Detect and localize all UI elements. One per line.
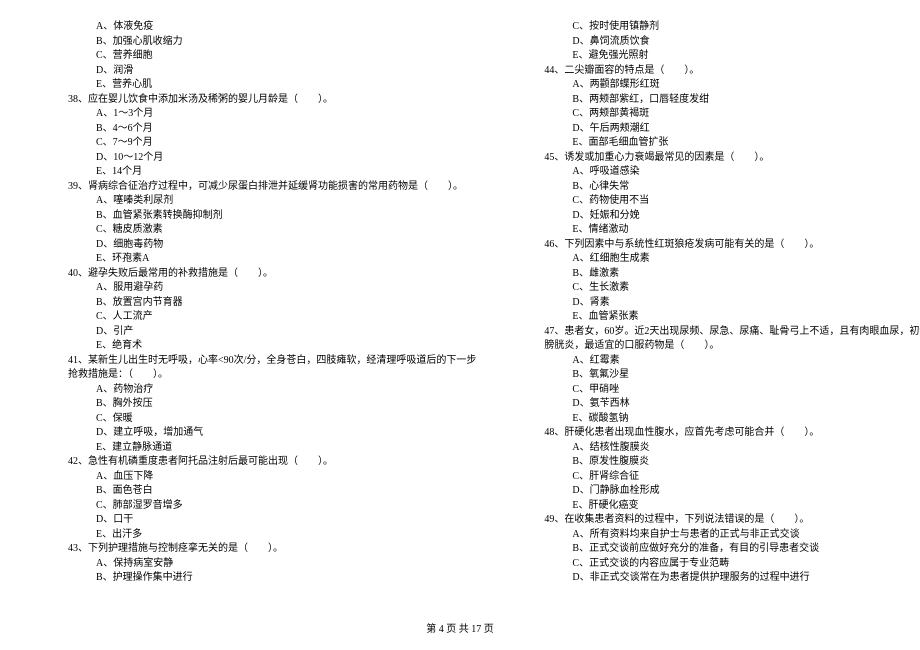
answer-option: D、建立呼吸，增加通气 [40,426,476,441]
answer-option: A、药物治疗 [40,383,476,398]
answer-option: A、红霉素 [516,354,920,369]
question-text: 49、在收集患者资料的过程中，下列说法错误的是（ ）。 [516,513,920,528]
answer-option: E、面部毛细血管扩张 [516,136,920,151]
question-text: 41、某新生儿出生时无呼吸，心率<90次/分，全身苍白，四肢瘫软，经清理呼吸道后… [40,354,476,369]
answer-option: A、保持病室安静 [40,557,476,572]
answer-option: B、胸外按压 [40,397,476,412]
question-text: 48、肝硬化患者出现血性腹水，应首先考虑可能合并（ ）。 [516,426,920,441]
answer-option: A、呼吸道感染 [516,165,920,180]
answer-option: C、按时使用镇静剂 [516,20,920,35]
answer-option: A、所有资料均来自护士与患者的正式与非正式交谈 [516,528,920,543]
answer-option: A、体液免疫 [40,20,476,35]
page-footer: 第 4 页 共 17 页 [0,620,920,635]
answer-option: B、心律失常 [516,180,920,195]
answer-option: B、氧氟沙星 [516,368,920,383]
answer-option: B、原发性腹膜炎 [516,455,920,470]
answer-option: C、营养细胞 [40,49,476,64]
answer-option: B、加强心肌收缩力 [40,35,476,50]
question-text: 42、急性有机磷重度患者阿托品注射后最可能出现（ ）。 [40,455,476,470]
answer-option: A、结核性腹膜炎 [516,441,920,456]
question-text: 45、诱发或加重心力衰竭最常见的因素是（ ）。 [516,151,920,166]
answer-option: D、妊娠和分娩 [516,209,920,224]
answer-option: D、门静脉血栓形成 [516,484,920,499]
answer-option: A、噻嗪类利尿剂 [40,194,476,209]
question-text: 38、应在婴儿饮食中添加米汤及稀粥的婴儿月龄是（ ）。 [40,93,476,108]
answer-option: E、绝育术 [40,339,476,354]
answer-option: E、营养心肌 [40,78,476,93]
answer-option: B、面色苍白 [40,484,476,499]
answer-option: C、保暖 [40,412,476,427]
answer-option: B、放置宫内节育器 [40,296,476,311]
answer-option: B、正式交谈前应做好充分的准备，有目的引导患者交谈 [516,542,920,557]
question-text: 47、患者女，60岁。近2天出现尿频、尿急、尿痛、耻骨弓上不适，且有肉眼血尿，初… [516,325,920,340]
answer-option: C、肝肾综合征 [516,470,920,485]
question-text: 44、二尖瓣面容的特点是（ ）。 [516,64,920,79]
answer-option: B、两颊部紫红，口唇轻度发绀 [516,93,920,108]
answer-option: B、4～6个月 [40,122,476,137]
answer-option: B、血管紧张素转换酶抑制剂 [40,209,476,224]
answer-option: C、两颊部黄褐斑 [516,107,920,122]
answer-option: E、血管紧张素 [516,310,920,325]
answer-option: C、药物使用不当 [516,194,920,209]
answer-option: D、氨苄西林 [516,397,920,412]
answer-option: E、情绪激动 [516,223,920,238]
answer-option: E、避免强光照射 [516,49,920,64]
answer-option: D、润滑 [40,64,476,79]
answer-option: C、肺部湿罗音增多 [40,499,476,514]
right-column: C、按时使用镇静剂D、鼻饲流质饮食E、避免强光照射44、二尖瓣面容的特点是（ ）… [516,20,920,586]
answer-option: A、两颧部蝶形红斑 [516,78,920,93]
answer-option: D、非正式交谈常在为患者提供护理服务的过程中进行 [516,571,920,586]
question-text: 39、肾病综合征治疗过程中，可减少尿蛋白排泄并延缓肾功能损害的常用药物是（ ）。 [40,180,476,195]
answer-option: D、10～12个月 [40,151,476,166]
answer-option: E、肝硬化癌变 [516,499,920,514]
answer-option: D、细胞毒药物 [40,238,476,253]
question-text: 40、避孕失败后最常用的补救措施是（ ）。 [40,267,476,282]
answer-option: E、环孢素A [40,252,476,267]
answer-option: E、出汗多 [40,528,476,543]
answer-option: D、午后两颊潮红 [516,122,920,137]
answer-option: A、服用避孕药 [40,281,476,296]
left-column: A、体液免疫B、加强心肌收缩力C、营养细胞D、润滑E、营养心肌38、应在婴儿饮食… [40,20,476,586]
answer-option: A、血压下降 [40,470,476,485]
question-continuation: 抢救措施是：（ ）。 [40,368,476,383]
answer-option: D、肾素 [516,296,920,311]
question-text: 43、下列护理措施与控制痉挛无关的是（ ）。 [40,542,476,557]
answer-option: E、14个月 [40,165,476,180]
question-continuation: 膀胱炎，最适宜的口服药物是（ ）。 [516,339,920,354]
page-container: A、体液免疫B、加强心肌收缩力C、营养细胞D、润滑E、营养心肌38、应在婴儿饮食… [0,0,920,586]
answer-option: C、甲硝唑 [516,383,920,398]
answer-option: C、7～9个月 [40,136,476,151]
answer-option: B、护理操作集中进行 [40,571,476,586]
answer-option: B、雌激素 [516,267,920,282]
answer-option: C、人工流产 [40,310,476,325]
answer-option: E、碳酸氢钠 [516,412,920,427]
answer-option: E、建立静脉通道 [40,441,476,456]
answer-option: A、红细胞生成素 [516,252,920,267]
answer-option: C、正式交谈的内容应属于专业范畴 [516,557,920,572]
answer-option: D、引产 [40,325,476,340]
answer-option: D、口干 [40,513,476,528]
question-text: 46、下列因素中与系统性红斑狼疮发病可能有关的是（ ）。 [516,238,920,253]
answer-option: C、生长激素 [516,281,920,296]
answer-option: C、糖皮质激素 [40,223,476,238]
answer-option: A、1～3个月 [40,107,476,122]
answer-option: D、鼻饲流质饮食 [516,35,920,50]
